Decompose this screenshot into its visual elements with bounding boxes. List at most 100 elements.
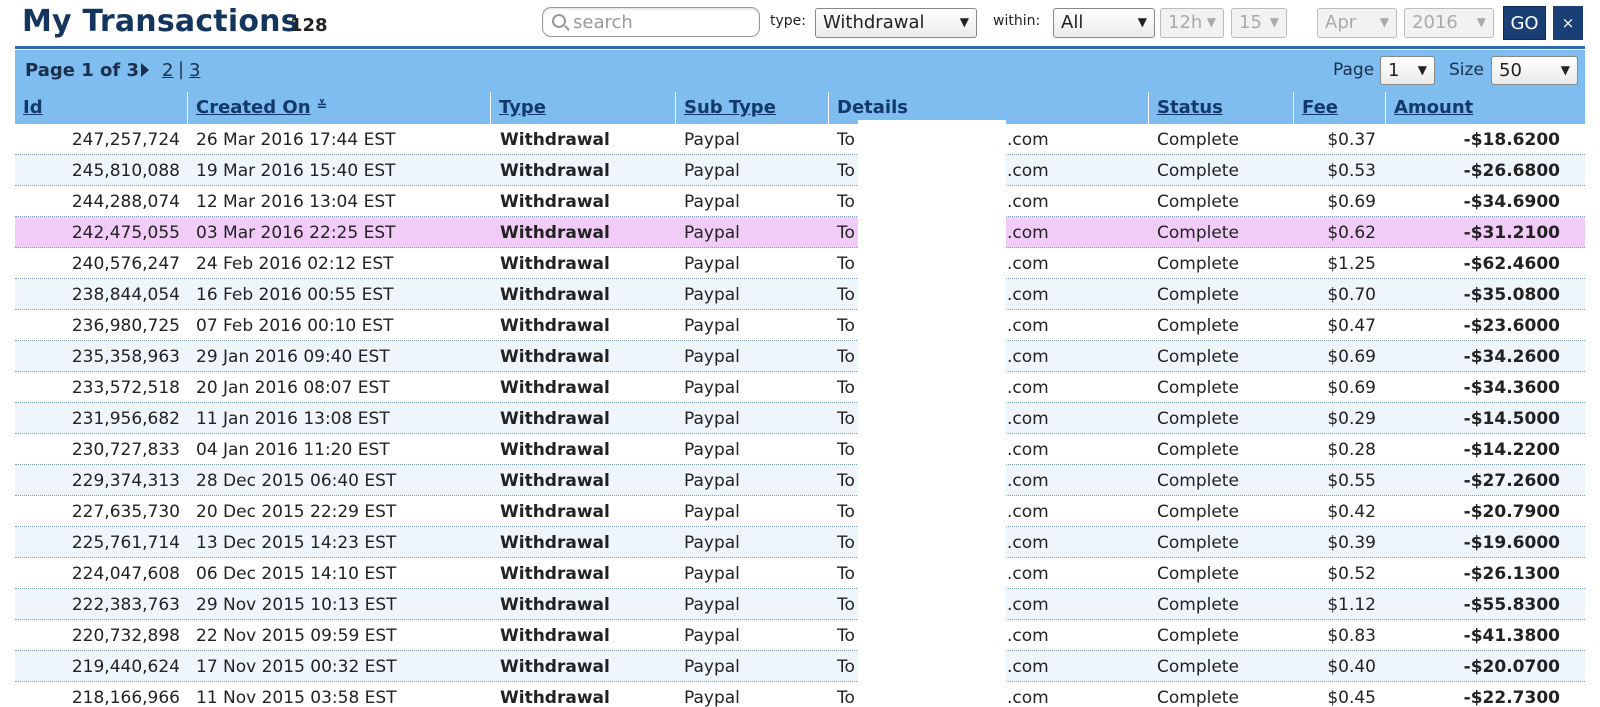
cell-id: 219,440,624	[71, 657, 180, 677]
cell-type: Withdrawal	[500, 316, 610, 336]
cell-details: To	[837, 347, 855, 367]
cell-type: Withdrawal	[500, 285, 610, 305]
cell-amount: -$34.3600	[1463, 378, 1560, 398]
cell-amount: -$19.6000	[1463, 533, 1560, 553]
search-input[interactable]	[573, 11, 753, 33]
within-select[interactable]: All ▼	[1053, 8, 1155, 38]
cell-details-domain: .com	[1007, 471, 1049, 491]
cell-created-on: 17 Nov 2015 00:32 EST	[196, 657, 397, 677]
cell-amount: -$22.7300	[1463, 688, 1560, 707]
cell-details-domain: .com	[1007, 409, 1049, 429]
header: My Transactions 128 type: Withdrawal ▼ w…	[0, 0, 1600, 46]
size-select[interactable]: 50 ▼	[1491, 56, 1578, 85]
cell-created-on: 11 Nov 2015 03:58 EST	[196, 688, 397, 707]
cell-fee: $0.42	[1327, 502, 1376, 522]
chevron-down-icon: ▼	[1476, 15, 1486, 29]
table-row[interactable]: 225,761,714 13 Dec 2015 14:23 EST Withdraw…	[15, 527, 1585, 558]
cell-sub-type: Paypal	[684, 502, 740, 522]
column-header-amount[interactable]: Amount	[1385, 92, 1585, 124]
sort-descending-icon: ≚	[316, 99, 328, 114]
table-row[interactable]: 218,166,966 11 Nov 2015 03:58 EST Withdraw…	[15, 682, 1585, 707]
page-link-3[interactable]: 3	[189, 60, 200, 81]
cell-details-domain: .com	[1007, 192, 1049, 212]
page-select[interactable]: 1 ▼	[1380, 56, 1435, 85]
page-link-2[interactable]: 2	[162, 60, 173, 81]
table-row[interactable]: 230,727,833 04 Jan 2016 11:20 EST Withdraw…	[15, 434, 1585, 465]
table-row[interactable]: 220,732,898 22 Nov 2015 09:59 EST Withdraw…	[15, 620, 1585, 651]
cell-sub-type: Paypal	[684, 254, 740, 274]
table-row[interactable]: 227,635,730 20 Dec 2015 22:29 EST Withdraw…	[15, 496, 1585, 527]
cell-status: Complete	[1157, 440, 1239, 460]
column-header-sub-type[interactable]: Sub Type	[675, 92, 828, 124]
cell-id: 220,732,898	[71, 626, 180, 646]
type-select[interactable]: Withdrawal ▼	[815, 8, 977, 38]
cell-created-on: 24 Feb 2016 02:12 EST	[196, 254, 394, 274]
table-row[interactable]: 247,257,724 26 Mar 2016 17:44 EST Withdraw…	[15, 124, 1585, 155]
cell-amount: -$62.4600	[1463, 254, 1560, 274]
table-row[interactable]: 236,980,725 07 Feb 2016 00:10 EST Withdraw…	[15, 310, 1585, 341]
cell-amount: -$23.6000	[1463, 316, 1560, 336]
month-select-value: Apr	[1325, 12, 1357, 33]
page-info: Page 1 of 3	[25, 60, 139, 81]
cell-fee: $0.83	[1327, 626, 1376, 646]
cell-fee: $0.37	[1327, 130, 1376, 150]
cell-status: Complete	[1157, 347, 1239, 367]
table-row[interactable]: 229,374,313 28 Dec 2015 06:40 EST Withdraw…	[15, 465, 1585, 496]
cell-amount: -$55.8300	[1463, 595, 1560, 615]
cell-fee: $0.28	[1327, 440, 1376, 460]
table-row[interactable]: 231,956,682 11 Jan 2016 13:08 EST Withdraw…	[15, 403, 1585, 434]
table-row[interactable]: 235,358,963 29 Jan 2016 09:40 EST Withdraw…	[15, 341, 1585, 372]
cell-type: Withdrawal	[500, 471, 610, 491]
cell-amount: -$18.6200	[1463, 130, 1560, 150]
column-header-status[interactable]: Status	[1148, 92, 1293, 124]
redaction-block	[858, 120, 1006, 707]
table-row[interactable]: 238,844,054 16 Feb 2016 00:55 EST Withdraw…	[15, 279, 1585, 310]
table-row[interactable]: 242,475,055 03 Mar 2016 22:25 EST Withdraw…	[15, 217, 1585, 248]
hour-select[interactable]: 12h ▼	[1160, 8, 1224, 38]
table-row[interactable]: 233,572,518 20 Jan 2016 08:07 EST Withdraw…	[15, 372, 1585, 403]
cell-sub-type: Paypal	[684, 595, 740, 615]
table-header: Id Created On ≚ Type Sub Type Details Sta…	[15, 92, 1585, 124]
cell-details: To	[837, 223, 855, 243]
cell-details: To	[837, 285, 855, 305]
cell-fee: $0.69	[1327, 378, 1376, 398]
table-row[interactable]: 224,047,608 06 Dec 2015 14:10 EST Withdraw…	[15, 558, 1585, 589]
cell-sub-type: Paypal	[684, 316, 740, 336]
cell-created-on: 04 Jan 2016 11:20 EST	[196, 440, 390, 460]
cell-details-domain: .com	[1007, 440, 1049, 460]
column-header-id[interactable]: Id	[15, 92, 187, 124]
cell-status: Complete	[1157, 130, 1239, 150]
month-select[interactable]: Apr ▼	[1317, 8, 1397, 38]
cell-details: To	[837, 688, 855, 707]
cell-type: Withdrawal	[500, 595, 610, 615]
cell-type: Withdrawal	[500, 688, 610, 707]
cell-fee: $0.40	[1327, 657, 1376, 677]
cell-sub-type: Paypal	[684, 533, 740, 553]
cell-details-domain: .com	[1007, 254, 1049, 274]
cell-sub-type: Paypal	[684, 378, 740, 398]
cell-details-domain: .com	[1007, 285, 1049, 305]
column-header-fee[interactable]: Fee	[1293, 92, 1385, 124]
column-header-created-on[interactable]: Created On ≚	[187, 92, 490, 124]
hour-select-value: 12h	[1168, 12, 1203, 33]
table-row[interactable]: 240,576,247 24 Feb 2016 02:12 EST Withdraw…	[15, 248, 1585, 279]
table-row[interactable]: 222,383,763 29 Nov 2015 10:13 EST Withdraw…	[15, 589, 1585, 620]
search-box[interactable]	[542, 7, 760, 37]
column-header-type[interactable]: Type	[490, 92, 675, 124]
cell-id: 238,844,054	[71, 285, 180, 305]
table-row[interactable]: 219,440,624 17 Nov 2015 00:32 EST Withdraw…	[15, 651, 1585, 682]
cell-details: To	[837, 564, 855, 584]
year-select[interactable]: 2016 ▼	[1404, 8, 1494, 38]
pagination-bar: Page 1 of 3 2 | 3 Page 1 ▼ Size 50 ▼	[15, 50, 1585, 92]
page-title: My Transactions	[22, 4, 299, 39]
day-select[interactable]: 15 ▼	[1231, 8, 1287, 38]
table-row[interactable]: 244,288,074 12 Mar 2016 13:04 EST Withdraw…	[15, 186, 1585, 217]
close-button[interactable]: ×	[1553, 6, 1583, 40]
table-row[interactable]: 245,810,088 19 Mar 2016 15:40 EST Withdraw…	[15, 155, 1585, 186]
go-button[interactable]: GO	[1503, 6, 1546, 40]
cell-sub-type: Paypal	[684, 657, 740, 677]
cell-id: 233,572,518	[71, 378, 180, 398]
cell-created-on: 20 Dec 2015 22:29 EST	[196, 502, 397, 522]
cell-fee: $0.45	[1327, 688, 1376, 707]
cell-status: Complete	[1157, 471, 1239, 491]
